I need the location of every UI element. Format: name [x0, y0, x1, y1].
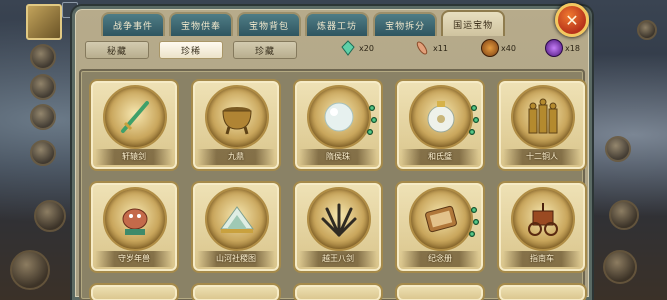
treasure-card[interactable]	[497, 283, 587, 300]
pearl-icon	[317, 95, 361, 139]
hud-button-icon[interactable]	[34, 200, 66, 232]
treasure-card[interactable]: 守岁年兽	[89, 181, 179, 273]
hud-button-icon[interactable]	[30, 74, 56, 100]
treasure-name: 越王八剑	[299, 251, 377, 267]
beast-icon	[113, 197, 157, 241]
resource-crystal: x20	[339, 39, 374, 57]
tab-treasure-split[interactable]: 宝物拆分	[373, 12, 438, 36]
treasure-name: 九鼎	[197, 149, 275, 165]
tab-treasure-bag[interactable]: 宝物背包	[237, 12, 302, 36]
treasure-name: 山河社稷图	[197, 251, 275, 267]
hud-button-icon[interactable]	[30, 44, 56, 70]
treasure-card[interactable]: 指南车	[497, 181, 587, 273]
resource-feather: x11	[413, 39, 448, 57]
treasure-card[interactable]: 和氏璧	[395, 79, 485, 171]
cauldron-icon	[215, 95, 259, 139]
hud-button-icon[interactable]	[609, 200, 639, 230]
gem-icon	[473, 117, 479, 123]
treasure-card[interactable]: 纪念册	[395, 181, 485, 273]
album-icon	[419, 197, 463, 241]
resource-orb: x18	[545, 39, 580, 57]
treasure-card[interactable]: 九鼎	[191, 79, 281, 171]
treasure-name: 指南车	[503, 251, 581, 267]
subtab-precious[interactable]: 珍藏	[233, 41, 297, 59]
sub-tab-row: 秘藏 珍稀 珍藏 x20 x11 x40 x18	[83, 39, 581, 63]
gem-icon	[471, 207, 477, 213]
bronze-men-icon	[521, 95, 565, 139]
crystal-icon	[339, 39, 357, 57]
subtab-secret[interactable]: 秘藏	[85, 41, 149, 59]
tab-national-treasure[interactable]: 国运宝物	[441, 10, 506, 36]
resource-count: x40	[501, 43, 516, 53]
hud-button-icon[interactable]	[603, 250, 637, 284]
treasure-grid: 轩辕剑 九鼎 隋侯珠 和氏璧 十二铜人 守岁年兽 山河社稷图 越王八剑 纪念册 …	[89, 79, 587, 300]
tab-war-events[interactable]: 战争事件	[101, 12, 166, 36]
resource-count: x11	[433, 43, 448, 53]
gem-icon	[369, 105, 375, 111]
hud-button-icon[interactable]	[637, 20, 657, 40]
treasure-card[interactable]	[89, 283, 179, 300]
gem-icon	[473, 219, 479, 225]
sword-icon	[113, 95, 157, 139]
gem-icon	[471, 105, 477, 111]
gem-icon	[469, 129, 475, 135]
left-hud	[0, 0, 80, 300]
right-hud	[587, 0, 667, 300]
treasure-card[interactable]	[293, 283, 383, 300]
tab-bar: 战争事件 宝物供奉 宝物背包 炼器工坊 宝物拆分 国运宝物	[101, 10, 506, 36]
treasure-name: 隋侯珠	[299, 149, 377, 165]
scroll-map-icon	[215, 197, 259, 241]
treasure-name: 守岁年兽	[95, 251, 173, 267]
treasure-card[interactable]: 十二铜人	[497, 79, 587, 171]
treasure-name: 十二铜人	[503, 149, 581, 165]
gem-icon	[367, 129, 373, 135]
treasure-card[interactable]: 轩辕剑	[89, 79, 179, 171]
treasure-name: 轩辕剑	[95, 149, 173, 165]
swords-icon	[317, 197, 361, 241]
hud-button-icon[interactable]	[605, 136, 631, 162]
subtab-rare[interactable]: 珍稀	[159, 41, 223, 59]
feather-icon	[413, 39, 431, 57]
seal-icon	[481, 39, 499, 57]
jade-disc-icon	[419, 95, 463, 139]
chariot-icon	[521, 197, 565, 241]
gem-icon	[469, 231, 475, 237]
treasure-name: 和氏璧	[401, 149, 479, 165]
resource-seal: x40	[481, 39, 516, 57]
close-button[interactable]: ✕	[555, 3, 589, 37]
resource-count: x20	[359, 43, 374, 53]
tab-forge-workshop[interactable]: 炼器工坊	[305, 12, 370, 36]
treasure-card[interactable]	[395, 283, 485, 300]
gem-icon	[371, 117, 377, 123]
treasure-card[interactable]: 山河社稷图	[191, 181, 281, 273]
treasure-grid-area: 轩辕剑 九鼎 隋侯珠 和氏璧 十二铜人 守岁年兽 山河社稷图 越王八剑 纪念册 …	[79, 69, 587, 300]
player-avatar[interactable]	[26, 4, 62, 40]
treasure-card[interactable]: 越王八剑	[293, 181, 383, 273]
treasure-card[interactable]: 隋侯珠	[293, 79, 383, 171]
tab-treasure-offering[interactable]: 宝物供奉	[169, 12, 234, 36]
close-icon: ✕	[565, 10, 579, 30]
treasure-card[interactable]	[191, 283, 281, 300]
hud-button-icon[interactable]	[30, 104, 56, 130]
hud-button-icon[interactable]	[10, 250, 50, 290]
treasure-name: 纪念册	[401, 251, 479, 267]
treasure-panel: 战争事件 宝物供奉 宝物背包 炼器工坊 宝物拆分 国运宝物 ✕ 秘藏 珍稀 珍藏…	[72, 3, 592, 300]
orb-icon	[545, 39, 563, 57]
resource-count: x18	[565, 43, 580, 53]
hud-button-icon[interactable]	[30, 140, 56, 166]
